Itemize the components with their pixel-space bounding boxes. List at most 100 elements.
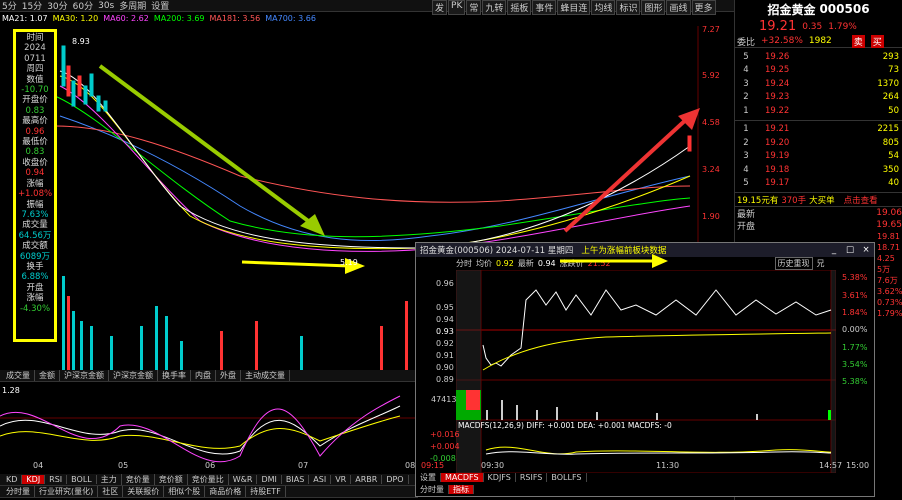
tool-fengmu[interactable]: 蜂目连: [557, 0, 591, 15]
tab-related[interactable]: 关联报价: [123, 486, 165, 497]
bid-row[interactable]: 1 19.21 2215: [735, 123, 902, 137]
x-axis-label: 04: [33, 461, 44, 470]
tab-bid-vol[interactable]: 竞价量: [122, 474, 155, 485]
big-order-type: 大买单: [809, 195, 835, 206]
ask-row[interactable]: 2 19.23 264: [735, 91, 902, 105]
bid-book: 1 19.21 2215 2 19.20 805 3 19.19 54 4 19.18 350 …: [735, 121, 902, 193]
popup-tab-minute-vol[interactable]: 分时量: [416, 485, 449, 494]
tab-vol[interactable]: 成交量: [2, 370, 35, 381]
popup-tab-kdjfs[interactable]: KDJFS: [483, 473, 516, 482]
tab-market-amount-2[interactable]: 沪深京金额: [109, 370, 158, 381]
bid-row[interactable]: 4 19.18 350: [735, 163, 902, 177]
sell-button[interactable]: 卖: [851, 34, 865, 48]
tab-amount[interactable]: 金额: [35, 370, 60, 381]
tool-events[interactable]: 事件: [532, 0, 557, 15]
time-label: 11:30: [656, 461, 680, 470]
tool-chang[interactable]: 常: [466, 0, 482, 15]
bid-row[interactable]: 5 19.17 40: [735, 177, 902, 191]
tab-outer[interactable]: 外盘: [216, 370, 241, 381]
maximize-button[interactable]: □: [842, 245, 858, 255]
tool-pk[interactable]: PK: [448, 0, 466, 15]
ma-line: [59, 70, 691, 249]
tab-turnover[interactable]: 换手率: [158, 370, 191, 381]
py-label: 0.93: [436, 327, 454, 336]
info-high: 0.96: [25, 126, 45, 137]
indicator-tabs-3: 分时量 行业研究(量化) 社区 关联报价 相似个股 商品价格 持股ETF: [0, 486, 418, 498]
tab-dmi[interactable]: DMI: [257, 475, 282, 484]
tab-kd[interactable]: KD: [2, 475, 23, 484]
tab-active-vol[interactable]: 主动成交量: [241, 370, 290, 381]
tab-boll[interactable]: BOLL: [67, 475, 97, 484]
ask-row[interactable]: 5 19.26 293: [735, 50, 902, 64]
big-order-link[interactable]: 点击查看: [844, 194, 878, 206]
period-30min[interactable]: 30分: [47, 0, 67, 12]
tool-jiuzhuan[interactable]: 九转: [482, 0, 507, 15]
kdj-j: [0, 395, 401, 463]
tab-inner[interactable]: 内盘: [191, 370, 216, 381]
close-button[interactable]: ×: [858, 245, 874, 255]
period-15min[interactable]: 15分: [22, 0, 42, 12]
tab-asi[interactable]: ASI: [309, 475, 332, 484]
period-multi[interactable]: 多周期: [119, 0, 146, 12]
tab-kdj[interactable]: KDJ: [22, 475, 46, 484]
tab-similar[interactable]: 相似个股: [164, 486, 206, 497]
time-label: 09:15: [421, 461, 445, 470]
tool-shapes[interactable]: 图形: [641, 0, 666, 15]
popup-tab-macdfs[interactable]: MACDFS: [441, 473, 484, 482]
info-amp: 7.63%: [21, 209, 49, 220]
period-30s[interactable]: 30s: [98, 1, 114, 11]
buy-button[interactable]: 买: [870, 34, 884, 48]
x-axis-label: 06: [205, 461, 216, 470]
tool-yaoban[interactable]: 摇板: [507, 0, 532, 15]
popup-tab-rsifs[interactable]: RSIFS: [515, 473, 548, 482]
tab-main[interactable]: 主力: [97, 474, 122, 485]
x-axis-label: 08: [405, 461, 416, 470]
intraday-chart[interactable]: [456, 270, 836, 473]
ask-row[interactable]: 1 19.22 50: [735, 104, 902, 118]
ask-row[interactable]: 4 19.25 73: [735, 64, 902, 78]
tab-bias[interactable]: BIAS: [282, 475, 310, 484]
period-5min[interactable]: 5分: [2, 0, 17, 12]
tool-draw[interactable]: 画线: [666, 0, 691, 15]
popup-tab-settings[interactable]: 设置: [416, 473, 441, 482]
tab-industry[interactable]: 行业研究(量化): [35, 486, 99, 497]
tab-minute-vol[interactable]: 分时量: [2, 486, 35, 497]
tab-dpo[interactable]: DPO: [382, 475, 409, 484]
tool-fa[interactable]: 发: [432, 0, 448, 15]
time-label: 15:00: [846, 461, 870, 470]
tool-ma[interactable]: 均线: [591, 0, 616, 15]
tab-bid-amt[interactable]: 竞价额: [155, 474, 188, 485]
minimize-button[interactable]: _: [826, 245, 842, 255]
tab-bid-ratio[interactable]: 竞价量比: [188, 474, 229, 485]
info-open2-chg-label: 涨幅: [26, 293, 44, 304]
tab-community[interactable]: 社区: [98, 486, 124, 497]
popup-tab-indicator[interactable]: 指标: [449, 485, 474, 494]
tool-marks[interactable]: 标识: [616, 0, 641, 15]
popup-tab-bollfs[interactable]: BOLLFS: [547, 473, 587, 482]
tab-commodity[interactable]: 商品价格: [205, 486, 247, 497]
tab-wr[interactable]: W&R: [229, 475, 258, 484]
back-button[interactable]: 兄: [817, 258, 825, 269]
intraday-popup[interactable]: 招金黄金(000506) 2024-07-11 星期四 上午为涨幅前板块数据 _ □…: [415, 242, 875, 497]
flat-arrow: [241, 260, 351, 268]
info-weekday: 周四: [26, 64, 44, 75]
weibi-count: 1982: [808, 36, 832, 46]
bid-row[interactable]: 2 19.20 805: [735, 136, 902, 150]
tab-market-amount[interactable]: 沪深京金额: [60, 370, 109, 381]
tab-vr[interactable]: VR: [331, 475, 352, 484]
ask-row[interactable]: 3 19.24 1370: [735, 77, 902, 91]
tab-rsi[interactable]: RSI: [45, 475, 68, 484]
period-settings[interactable]: 设置: [151, 0, 169, 12]
bid-row[interactable]: 3 19.19 54: [735, 150, 902, 164]
pyr-label: 3.54%: [842, 360, 868, 369]
ma-item: MA30: 1.20: [52, 14, 99, 23]
info-high-label: 最高价: [22, 116, 48, 127]
popup-vol-label: 47413: [431, 395, 457, 404]
info-close: 0.94: [25, 168, 45, 179]
period-60min[interactable]: 60分: [73, 0, 93, 12]
tool-more[interactable]: 更多: [691, 0, 716, 15]
tab-arbr[interactable]: ARBR: [351, 475, 383, 484]
tab-etf[interactable]: 持股ETF: [246, 486, 286, 497]
candles: [61, 45, 692, 152]
history-button[interactable]: 历史重现: [774, 256, 813, 270]
